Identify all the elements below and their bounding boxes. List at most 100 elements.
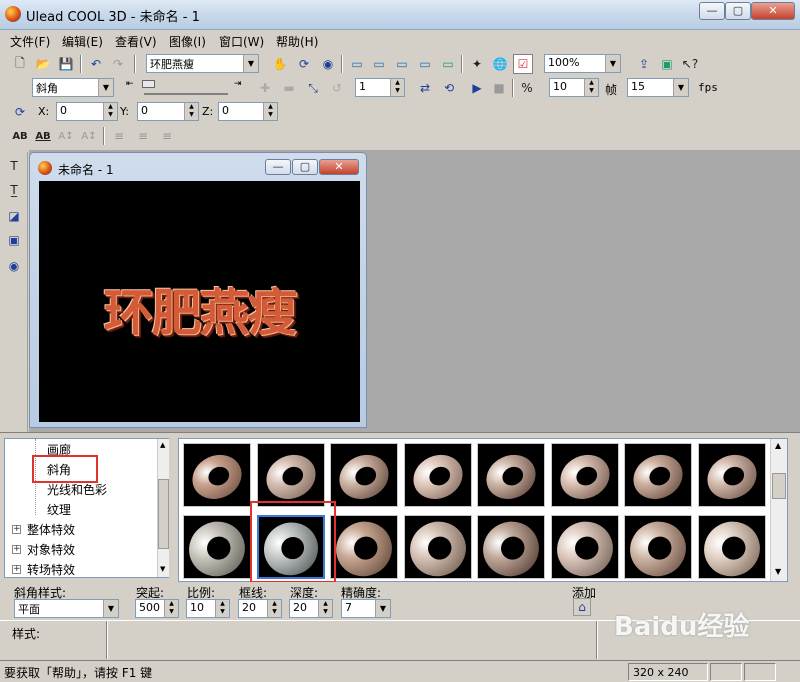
preset-thumbnail[interactable] [183,515,251,579]
preset-thumbnail[interactable] [330,515,398,579]
scroll-down-icon[interactable]: ▼ [775,567,781,576]
delete-keyframe-icon[interactable]: ▬ [279,78,299,98]
preset-thumbnail[interactable] [550,443,619,507]
menu-help[interactable]: 帮助(H) [276,33,318,50]
render-canvas[interactable]: 环肥燕瘦 [39,181,360,422]
protrude-input[interactable]: 500 ▲ ▼ [135,599,179,618]
fps-select[interactable]: 15 ▼ [627,78,689,97]
undo-icon[interactable]: ↶ [86,54,106,74]
preset-thumbnail[interactable] [403,515,472,579]
current-frame-input[interactable]: 1 ▲ ▼ [355,78,405,97]
save-icon[interactable]: 💾 [56,54,76,74]
line-spacing-icon[interactable]: A↕ [79,126,99,146]
precision-select[interactable]: 7 ▼ [341,599,391,618]
scroll-thumb[interactable] [772,473,786,499]
preset-thumbnail[interactable] [550,515,619,579]
preset-thumbnail[interactable] [183,443,251,507]
preset-thumbnail[interactable] [403,443,472,507]
text-underline-icon[interactable]: AB [33,126,53,146]
tree-group-transition-fx[interactable]: 转场特效 [27,561,75,578]
spinner-arrows-icon[interactable]: ▲ ▼ [103,103,117,120]
edit-text-icon[interactable]: T̲ [4,180,24,200]
insert-text-icon[interactable]: T [4,156,24,176]
spinner-arrows-icon[interactable]: ▲ ▼ [215,600,229,617]
percent-icon[interactable]: % [517,78,537,98]
globe-icon[interactable]: 🌐 [490,54,510,74]
checkbox-tool-icon[interactable]: ☑ [513,54,533,74]
menu-image[interactable]: 图像(I) [169,33,206,50]
open-folder-icon[interactable]: 📂 [33,54,53,74]
object-manager-icon[interactable]: ◉ [4,256,24,276]
insert-graphic-icon[interactable]: ◪ [4,206,24,226]
spinner-arrows-icon[interactable]: ▲ ▼ [584,79,598,96]
preset-thumbnail[interactable] [330,443,398,507]
gallery-scrollbar[interactable]: ▲ ▼ [770,439,787,581]
rotate-tool-icon[interactable]: ⟳ [294,54,314,74]
preset-thumbnail[interactable] [697,443,766,507]
view-bottom-icon[interactable]: ▭ [438,54,458,74]
loop-icon[interactable]: ⇄ [415,78,435,98]
wand-icon[interactable]: ✦ [467,54,487,74]
doc-maximize-button[interactable]: ▢ [292,159,318,175]
new-file-icon[interactable]: 🗋 [10,54,30,74]
play-icon[interactable]: ▶ [467,78,487,98]
add-preset-icon[interactable]: ⌂ [573,598,591,616]
minimize-button[interactable]: — [699,2,725,20]
align-right-icon[interactable]: ≡ [157,126,177,146]
preview-icon[interactable]: ▣ [657,54,677,74]
view-front-icon[interactable]: ▭ [347,54,367,74]
bevel-style-select[interactable]: 平面 ▼ [14,599,119,618]
z-input[interactable]: 0 ▲ ▼ [218,102,278,121]
maximize-button[interactable]: ▢ [725,2,751,20]
spinner-arrows-icon[interactable]: ▲ ▼ [184,103,198,120]
doc-minimize-button[interactable]: — [265,159,291,175]
effect-select[interactable]: 斜角 ▼ [32,78,114,97]
view-top-icon[interactable]: ▭ [369,54,389,74]
expand-icon[interactable]: + [12,565,21,574]
preset-thumbnail[interactable] [697,515,766,579]
scroll-up-icon[interactable]: ▲ [160,441,165,449]
y-input[interactable]: 0 ▲ ▼ [137,102,199,121]
text-bold-icon[interactable]: AB [10,126,30,146]
position-tool-icon[interactable]: ⟳ [10,102,30,122]
app-icon[interactable] [5,6,21,22]
tree-item-light-color[interactable]: 光线和色彩 [47,481,107,498]
stop-icon[interactable]: ■ [489,78,509,98]
expand-icon[interactable]: + [12,525,21,534]
pingpong-icon[interactable]: ⟲ [439,78,459,98]
menu-view[interactable]: 查看(V) [115,33,157,50]
preset-thumbnail[interactable] [477,443,545,507]
preset-thumbnail[interactable] [256,443,325,507]
slider-thumb[interactable] [142,80,155,88]
scroll-down-icon[interactable]: ▼ [160,565,165,573]
tree-group-object-fx[interactable]: 对象特效 [27,541,75,558]
menu-edit[interactable]: 编辑(E) [62,33,103,50]
edit-graphic-icon[interactable]: ▣ [4,230,24,250]
view-back-icon[interactable]: ▭ [415,54,435,74]
export-icon[interactable]: ⇪ [634,54,654,74]
menu-window[interactable]: 窗口(W) [219,33,264,50]
preset-thumbnail[interactable] [477,515,545,579]
ratio-input[interactable]: 10 ▲ ▼ [186,599,230,618]
redo-icon[interactable]: ↷ [108,54,128,74]
spinner-arrows-icon[interactable]: ▲ ▼ [263,103,277,120]
context-help-icon[interactable]: ↖? [680,54,700,74]
scene-3d-text[interactable]: 环肥燕瘦 [39,273,360,345]
view-side-icon[interactable]: ▭ [392,54,412,74]
loop-back-icon[interactable]: ↺ [327,78,347,98]
tree-scrollbar[interactable]: ▲ ▼ [157,439,169,577]
expand-icon[interactable]: + [12,545,21,554]
align-left-icon[interactable]: ≡ [109,126,129,146]
x-input[interactable]: 0 ▲ ▼ [56,102,118,121]
doc-close-button[interactable]: ✕ [319,159,359,175]
frame-count-input[interactable]: 10 ▲ ▼ [549,78,599,97]
preset-thumbnail[interactable] [624,515,692,579]
depth-input[interactable]: 20 ▲ ▼ [289,599,333,618]
preset-thumbnail[interactable] [624,443,692,507]
add-keyframe-icon[interactable]: ✚ [255,78,275,98]
spinner-arrows-icon[interactable]: ▲ ▼ [267,600,281,617]
close-button[interactable]: ✕ [751,2,795,20]
menu-file[interactable]: 文件(F) [10,33,50,50]
tree-group-global-fx[interactable]: 整体特效 [27,521,75,538]
zoom-select[interactable]: 100% ▼ [544,54,621,73]
